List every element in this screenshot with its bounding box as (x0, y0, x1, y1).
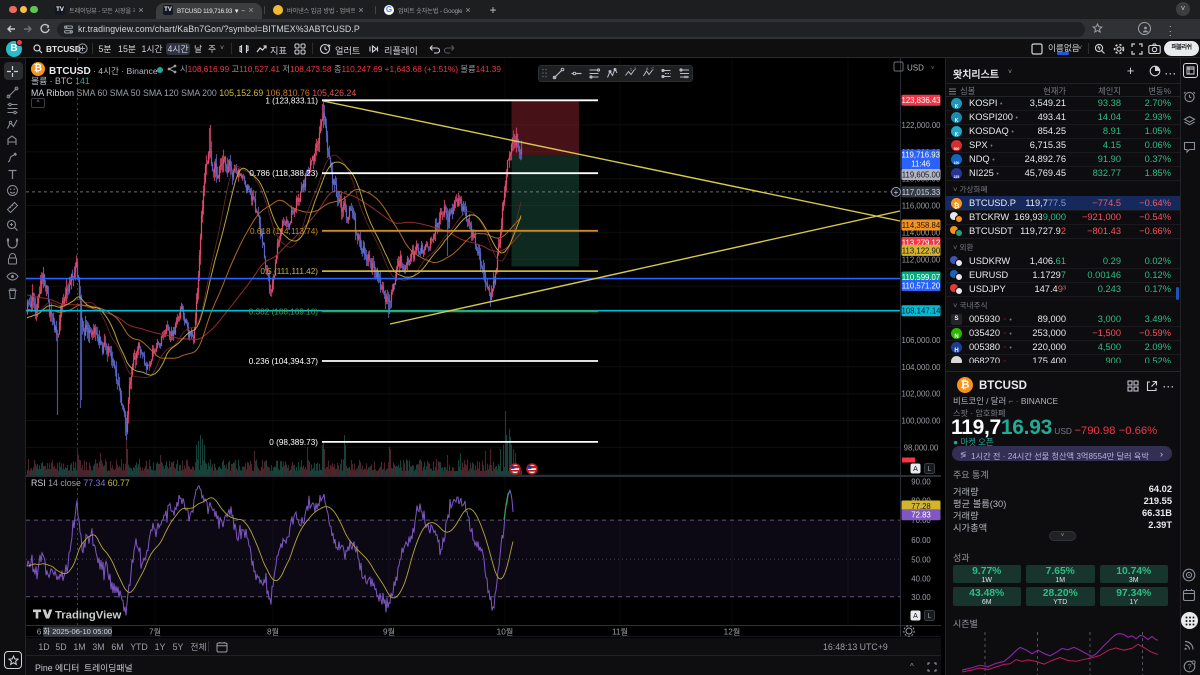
svg-text:108,147.14: 108,147.14 (901, 307, 941, 316)
svg-text:72.83: 72.83 (911, 511, 931, 520)
svg-text:60.00: 60.00 (911, 536, 931, 545)
svg-text:116,000.00: 116,000.00 (902, 202, 941, 211)
svg-text:117,015.33: 117,015.33 (902, 188, 940, 197)
svg-text:L: L (928, 613, 932, 620)
svg-text:90.00: 90.00 (911, 478, 931, 487)
svg-text:화 2025-06-10 05:00: 화 2025-06-10 05:00 (43, 627, 112, 636)
svg-text:112,000.00: 112,000.00 (902, 255, 941, 264)
svg-text:L: L (928, 466, 932, 473)
svg-text:114,358.84: 114,358.84 (902, 221, 941, 230)
svg-text:50.00: 50.00 (911, 555, 931, 564)
svg-text:A: A (913, 466, 918, 473)
svg-text:98,000.00: 98,000.00 (904, 443, 939, 452)
svg-text:104,000.00: 104,000.00 (901, 363, 941, 372)
svg-text:123,836.43: 123,836.43 (901, 96, 940, 105)
svg-text:119,716.93: 119,716.93 (901, 150, 939, 159)
svg-text:1: 1 (630, 67, 632, 71)
svg-text:122,000.00: 122,000.00 (901, 121, 941, 130)
svg-text:106,000.00: 106,000.00 (901, 336, 941, 345)
svg-text:6: 6 (37, 628, 42, 637)
svg-text:10월: 10월 (497, 627, 514, 637)
svg-text:11월: 11월 (612, 627, 628, 637)
svg-text:119,605.00: 119,605.00 (902, 171, 941, 180)
svg-text:3: 3 (634, 67, 636, 71)
svg-text:˅: ˅ (931, 66, 935, 72)
svg-text:?: ? (1187, 662, 1191, 671)
svg-text:110,571.20: 110,571.20 (902, 282, 941, 291)
svg-text:0.382 (108,109.10): 0.382 (108,109.10) (249, 307, 318, 316)
svg-text:0.618 (114,113.74): 0.618 (114,113.74) (250, 227, 318, 236)
svg-text:8월: 8월 (267, 627, 279, 637)
svg-text:A: A (646, 67, 649, 71)
svg-text:RSI 14 close 77.34 60.77: RSI 14 close 77.34 60.77 (31, 478, 130, 488)
svg-text:A: A (913, 613, 918, 620)
svg-text:100,000.00: 100,000.00 (901, 417, 941, 426)
svg-text:1 (123,833.11): 1 (123,833.11) (265, 96, 318, 105)
svg-text:9월: 9월 (383, 627, 395, 637)
svg-text:+: + (894, 188, 899, 197)
svg-text:C: C (652, 67, 655, 71)
svg-text:102,000.00: 102,000.00 (901, 390, 941, 399)
svg-text:0.786 (118,388.23): 0.786 (118,388.23) (249, 169, 318, 178)
svg-text:11:46: 11:46 (911, 160, 930, 169)
svg-text:12월: 12월 (724, 627, 741, 637)
svg-text:40.00: 40.00 (911, 574, 931, 583)
svg-text:TradingView: TradingView (55, 609, 122, 621)
svg-text:0.5 (111,111.42): 0.5 (111,111.42) (260, 267, 318, 276)
svg-text:USD: USD (907, 64, 924, 73)
svg-text:30.00: 30.00 (911, 593, 931, 602)
svg-text:0 (98,389.73): 0 (98,389.73) (269, 438, 318, 447)
svg-text:0.236 (104,394.37): 0.236 (104,394.37) (249, 357, 318, 366)
svg-text:7월: 7월 (149, 627, 161, 637)
svg-text:113,122.90: 113,122.90 (902, 246, 941, 255)
